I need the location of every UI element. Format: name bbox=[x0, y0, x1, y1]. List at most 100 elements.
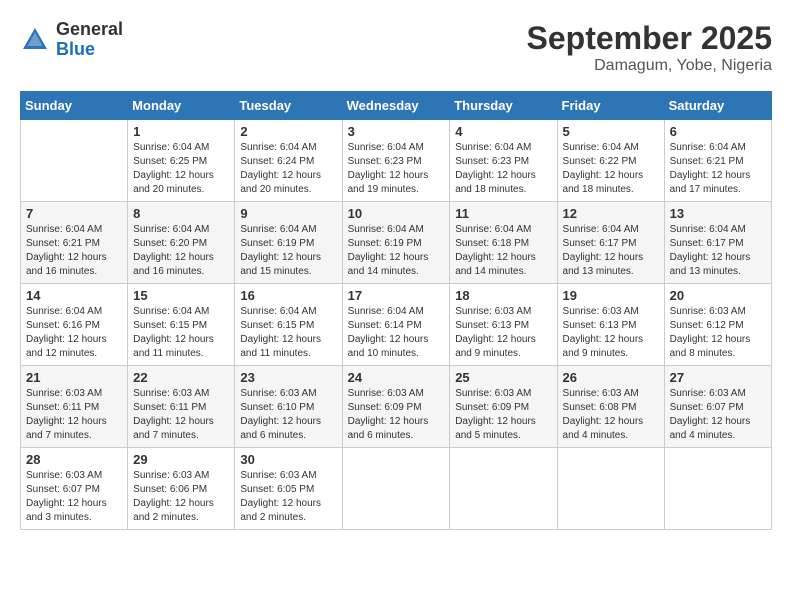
calendar-cell: 29 Sunrise: 6:03 AMSunset: 6:06 PMDaylig… bbox=[128, 448, 235, 530]
calendar-cell: 28 Sunrise: 6:03 AMSunset: 6:07 PMDaylig… bbox=[21, 448, 128, 530]
calendar-cell: 14 Sunrise: 6:04 AMSunset: 6:16 PMDaylig… bbox=[21, 284, 128, 366]
day-number: 11 bbox=[455, 206, 551, 221]
day-number: 3 bbox=[348, 124, 445, 139]
calendar-cell: 3 Sunrise: 6:04 AMSunset: 6:23 PMDayligh… bbox=[342, 120, 450, 202]
day-number: 4 bbox=[455, 124, 551, 139]
col-header-monday: Monday bbox=[128, 92, 235, 120]
day-info: Sunrise: 6:04 AMSunset: 6:17 PMDaylight:… bbox=[563, 223, 659, 279]
day-info: Sunrise: 6:03 AMSunset: 6:07 PMDaylight:… bbox=[26, 469, 122, 525]
day-info: Sunrise: 6:04 AMSunset: 6:15 PMDaylight:… bbox=[133, 305, 229, 361]
calendar-cell: 25 Sunrise: 6:03 AMSunset: 6:09 PMDaylig… bbox=[450, 366, 557, 448]
day-number: 21 bbox=[26, 370, 122, 385]
calendar-cell: 22 Sunrise: 6:03 AMSunset: 6:11 PMDaylig… bbox=[128, 366, 235, 448]
day-number: 10 bbox=[348, 206, 445, 221]
logo-icon bbox=[20, 25, 50, 55]
calendar-table: SundayMondayTuesdayWednesdayThursdayFrid… bbox=[20, 91, 772, 530]
calendar-cell: 16 Sunrise: 6:04 AMSunset: 6:15 PMDaylig… bbox=[235, 284, 342, 366]
calendar-cell bbox=[21, 120, 128, 202]
col-header-friday: Friday bbox=[557, 92, 664, 120]
calendar-cell: 24 Sunrise: 6:03 AMSunset: 6:09 PMDaylig… bbox=[342, 366, 450, 448]
location: Damagum, Yobe, Nigeria bbox=[527, 57, 772, 75]
col-header-saturday: Saturday bbox=[664, 92, 771, 120]
logo: General Blue bbox=[20, 20, 123, 60]
day-info: Sunrise: 6:04 AMSunset: 6:16 PMDaylight:… bbox=[26, 305, 122, 361]
day-number: 7 bbox=[26, 206, 122, 221]
day-info: Sunrise: 6:03 AMSunset: 6:08 PMDaylight:… bbox=[563, 387, 659, 443]
calendar-cell bbox=[342, 448, 450, 530]
day-info: Sunrise: 6:04 AMSunset: 6:25 PMDaylight:… bbox=[133, 141, 229, 197]
week-row-5: 28 Sunrise: 6:03 AMSunset: 6:07 PMDaylig… bbox=[21, 448, 772, 530]
day-info: Sunrise: 6:04 AMSunset: 6:19 PMDaylight:… bbox=[348, 223, 445, 279]
day-info: Sunrise: 6:04 AMSunset: 6:14 PMDaylight:… bbox=[348, 305, 445, 361]
col-header-thursday: Thursday bbox=[450, 92, 557, 120]
calendar-cell bbox=[557, 448, 664, 530]
calendar-cell: 8 Sunrise: 6:04 AMSunset: 6:20 PMDayligh… bbox=[128, 202, 235, 284]
calendar-cell: 13 Sunrise: 6:04 AMSunset: 6:17 PMDaylig… bbox=[664, 202, 771, 284]
day-number: 25 bbox=[455, 370, 551, 385]
week-row-2: 7 Sunrise: 6:04 AMSunset: 6:21 PMDayligh… bbox=[21, 202, 772, 284]
day-number: 23 bbox=[240, 370, 336, 385]
calendar-cell: 11 Sunrise: 6:04 AMSunset: 6:18 PMDaylig… bbox=[450, 202, 557, 284]
day-info: Sunrise: 6:03 AMSunset: 6:07 PMDaylight:… bbox=[670, 387, 766, 443]
calendar-cell: 17 Sunrise: 6:04 AMSunset: 6:14 PMDaylig… bbox=[342, 284, 450, 366]
day-number: 6 bbox=[670, 124, 766, 139]
week-row-3: 14 Sunrise: 6:04 AMSunset: 6:16 PMDaylig… bbox=[21, 284, 772, 366]
day-info: Sunrise: 6:03 AMSunset: 6:13 PMDaylight:… bbox=[563, 305, 659, 361]
day-info: Sunrise: 6:04 AMSunset: 6:21 PMDaylight:… bbox=[670, 141, 766, 197]
day-info: Sunrise: 6:04 AMSunset: 6:19 PMDaylight:… bbox=[240, 223, 336, 279]
day-info: Sunrise: 6:04 AMSunset: 6:24 PMDaylight:… bbox=[240, 141, 336, 197]
logo-general: General bbox=[56, 19, 123, 39]
calendar-cell: 4 Sunrise: 6:04 AMSunset: 6:23 PMDayligh… bbox=[450, 120, 557, 202]
day-number: 12 bbox=[563, 206, 659, 221]
week-row-4: 21 Sunrise: 6:03 AMSunset: 6:11 PMDaylig… bbox=[21, 366, 772, 448]
day-info: Sunrise: 6:04 AMSunset: 6:21 PMDaylight:… bbox=[26, 223, 122, 279]
title-block: September 2025 Damagum, Yobe, Nigeria bbox=[527, 20, 772, 75]
day-info: Sunrise: 6:04 AMSunset: 6:20 PMDaylight:… bbox=[133, 223, 229, 279]
calendar-cell: 9 Sunrise: 6:04 AMSunset: 6:19 PMDayligh… bbox=[235, 202, 342, 284]
day-number: 14 bbox=[26, 288, 122, 303]
calendar-cell: 1 Sunrise: 6:04 AMSunset: 6:25 PMDayligh… bbox=[128, 120, 235, 202]
calendar-cell: 23 Sunrise: 6:03 AMSunset: 6:10 PMDaylig… bbox=[235, 366, 342, 448]
col-header-wednesday: Wednesday bbox=[342, 92, 450, 120]
calendar-cell: 6 Sunrise: 6:04 AMSunset: 6:21 PMDayligh… bbox=[664, 120, 771, 202]
month-year: September 2025 bbox=[527, 20, 772, 57]
calendar-cell: 5 Sunrise: 6:04 AMSunset: 6:22 PMDayligh… bbox=[557, 120, 664, 202]
day-info: Sunrise: 6:03 AMSunset: 6:11 PMDaylight:… bbox=[133, 387, 229, 443]
day-info: Sunrise: 6:04 AMSunset: 6:22 PMDaylight:… bbox=[563, 141, 659, 197]
day-info: Sunrise: 6:03 AMSunset: 6:13 PMDaylight:… bbox=[455, 305, 551, 361]
day-number: 16 bbox=[240, 288, 336, 303]
calendar-cell: 15 Sunrise: 6:04 AMSunset: 6:15 PMDaylig… bbox=[128, 284, 235, 366]
day-number: 5 bbox=[563, 124, 659, 139]
week-row-1: 1 Sunrise: 6:04 AMSunset: 6:25 PMDayligh… bbox=[21, 120, 772, 202]
day-number: 29 bbox=[133, 452, 229, 467]
calendar-cell: 20 Sunrise: 6:03 AMSunset: 6:12 PMDaylig… bbox=[664, 284, 771, 366]
calendar-cell: 2 Sunrise: 6:04 AMSunset: 6:24 PMDayligh… bbox=[235, 120, 342, 202]
calendar-cell bbox=[664, 448, 771, 530]
day-number: 13 bbox=[670, 206, 766, 221]
logo-text: General Blue bbox=[56, 20, 123, 60]
day-number: 28 bbox=[26, 452, 122, 467]
day-info: Sunrise: 6:03 AMSunset: 6:10 PMDaylight:… bbox=[240, 387, 336, 443]
day-info: Sunrise: 6:04 AMSunset: 6:17 PMDaylight:… bbox=[670, 223, 766, 279]
day-number: 15 bbox=[133, 288, 229, 303]
calendar-cell: 30 Sunrise: 6:03 AMSunset: 6:05 PMDaylig… bbox=[235, 448, 342, 530]
day-number: 20 bbox=[670, 288, 766, 303]
page-header: General Blue September 2025 Damagum, Yob… bbox=[20, 20, 772, 75]
day-info: Sunrise: 6:03 AMSunset: 6:11 PMDaylight:… bbox=[26, 387, 122, 443]
day-info: Sunrise: 6:03 AMSunset: 6:12 PMDaylight:… bbox=[670, 305, 766, 361]
day-number: 8 bbox=[133, 206, 229, 221]
day-info: Sunrise: 6:03 AMSunset: 6:06 PMDaylight:… bbox=[133, 469, 229, 525]
day-number: 17 bbox=[348, 288, 445, 303]
day-number: 22 bbox=[133, 370, 229, 385]
calendar-cell: 27 Sunrise: 6:03 AMSunset: 6:07 PMDaylig… bbox=[664, 366, 771, 448]
logo-blue: Blue bbox=[56, 39, 95, 59]
day-info: Sunrise: 6:04 AMSunset: 6:23 PMDaylight:… bbox=[348, 141, 445, 197]
calendar-cell: 18 Sunrise: 6:03 AMSunset: 6:13 PMDaylig… bbox=[450, 284, 557, 366]
day-number: 27 bbox=[670, 370, 766, 385]
day-info: Sunrise: 6:04 AMSunset: 6:18 PMDaylight:… bbox=[455, 223, 551, 279]
calendar-cell: 10 Sunrise: 6:04 AMSunset: 6:19 PMDaylig… bbox=[342, 202, 450, 284]
day-info: Sunrise: 6:03 AMSunset: 6:09 PMDaylight:… bbox=[348, 387, 445, 443]
day-number: 30 bbox=[240, 452, 336, 467]
day-number: 19 bbox=[563, 288, 659, 303]
day-info: Sunrise: 6:04 AMSunset: 6:15 PMDaylight:… bbox=[240, 305, 336, 361]
